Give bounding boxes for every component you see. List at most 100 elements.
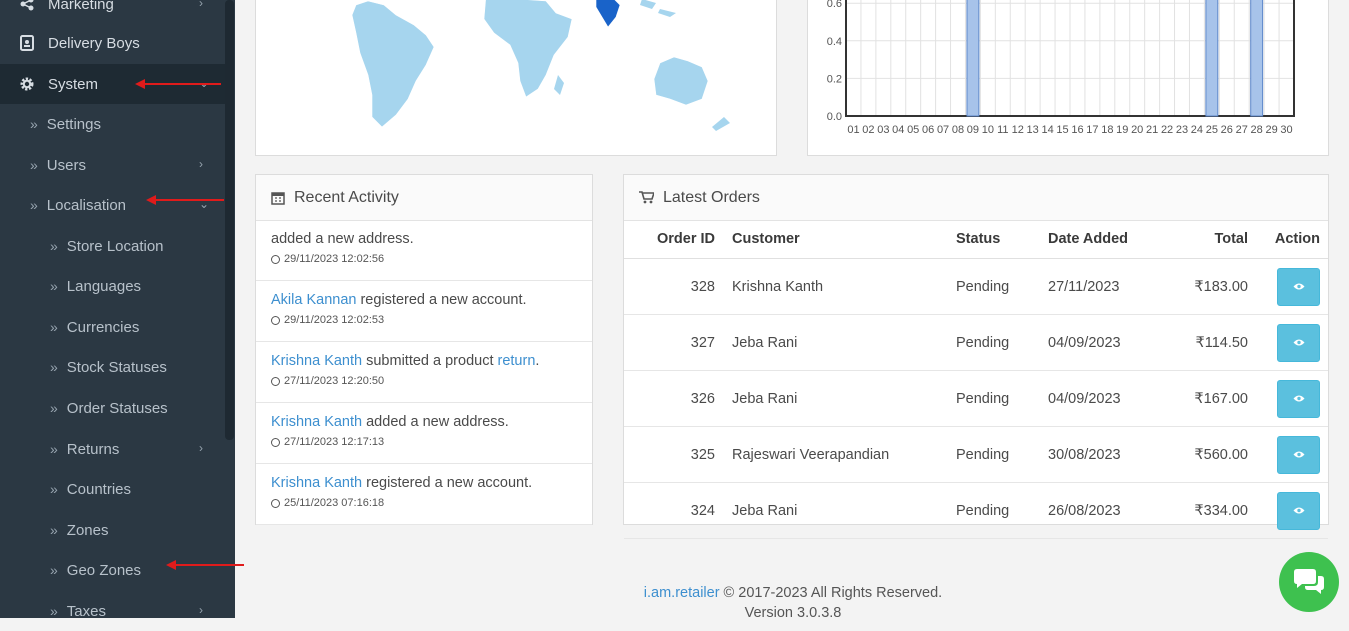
activity-time: 27/11/2023 12:20:50 [284,375,385,387]
sidebar-item-localisation[interactable]: » Localisation ⌄ [0,185,225,225]
sidebar-item-countries[interactable]: » Countries [0,469,225,509]
x-tick-label: 02 [862,124,874,136]
sidebar-item-users[interactable]: » Users › [0,145,225,185]
sidebar-item-label: Taxes [66,602,106,620]
double-angle-icon: » [50,278,58,294]
return-link[interactable]: return [498,353,536,369]
x-tick-label: 12 [1012,124,1024,136]
double-angle-icon: » [50,562,58,578]
order-date: 26/08/2023 [1047,482,1159,539]
x-tick-label: 08 [952,124,964,136]
sidebar-item-order-statuses[interactable]: » Order Statuses [0,388,225,428]
chart-bar[interactable] [1250,0,1264,117]
y-tick-label: 0.4 [827,36,842,48]
x-tick-label: 25 [1206,124,1218,136]
sidebar-item-label: Store Location [66,237,164,255]
column-header[interactable]: Order ID [624,220,731,259]
sidebar-item-currencies[interactable]: » Currencies [0,307,225,347]
x-tick-label: 27 [1236,124,1248,136]
order-total: ₹114.50 [1159,314,1254,371]
annotation-arrow [166,560,244,570]
order-action-cell [1254,426,1328,483]
order-action-cell [1254,258,1328,315]
latest-orders-panel: Latest Orders Order ID Customer Status D… [623,174,1329,539]
sidebar-item-taxes[interactable]: » Taxes › [0,591,225,631]
sidebar-item-languages[interactable]: » Languages [0,266,225,306]
customer-link[interactable]: Akila Kannan [271,292,356,308]
activity-timestamp: 27/11/2023 12:17:13 [271,436,577,448]
eye-icon [1293,451,1304,458]
customer-link[interactable]: Krishna Kanth [271,414,362,430]
eye-icon [1293,283,1304,290]
sidebar-item-label: Languages [66,277,142,295]
footer-brand-link[interactable]: i.am.retailer [644,585,720,601]
customer-link[interactable]: Krishna Kanth [271,475,362,491]
x-tick-label: 19 [1116,124,1128,136]
recent-activity-panel: Recent Activity added a new address. 29/1… [255,174,593,525]
sidebar-item-returns[interactable]: » Returns › [0,429,225,469]
orders-table-header: Order ID Customer Status Date Added Tota… [624,220,1328,259]
order-status: Pending [955,426,1047,483]
customer-link[interactable]: Krishna Kanth [271,353,362,369]
column-header[interactable]: Customer [731,220,955,259]
order-total: ₹183.00 [1159,258,1254,315]
sidebar-item-store-location[interactable]: » Store Location [0,226,225,266]
x-tick-label: 29 [1265,124,1277,136]
view-order-button[interactable] [1277,267,1320,306]
id-badge-icon [18,34,36,52]
x-tick-label: 26 [1221,124,1233,136]
sidebar-item-zones[interactable]: » Zones [0,510,225,550]
activity-time: 27/11/2023 12:17:13 [284,436,385,448]
order-total: ₹560.00 [1159,426,1254,483]
double-angle-icon: » [30,197,38,213]
table-row: 326 Jeba Rani Pending 04/09/2023 ₹167.00 [624,370,1328,427]
chart-bar[interactable] [1205,0,1219,117]
order-id: 325 [624,426,731,483]
order-status: Pending [955,314,1047,371]
order-customer: Krishna Kanth [731,258,955,315]
footer-copyright: © 2017-2023 All Rights Reserved. [719,585,943,601]
double-angle-icon: » [50,481,58,497]
sidebar-item-label: Settings [46,115,101,133]
order-date: 27/11/2023 [1047,258,1159,315]
activity-text: added a new address. [271,231,577,247]
activity-time: 29/11/2023 12:02:53 [284,314,385,326]
view-order-button[interactable] [1277,435,1320,474]
view-order-button[interactable] [1277,323,1320,362]
x-tick-label: 11 [997,124,1008,136]
sales-bar-chart: 0.00.20.40.6 01 02 03 04 05 06 07 08 09 10 11 12 13 1… [827,0,1295,136]
sidebar-item-settings[interactable]: » Settings [0,104,225,144]
column-header[interactable]: Date Added [1047,220,1159,259]
activity-description: submitted a product [362,353,498,369]
world-map[interactable] [256,0,776,155]
activity-timestamp: 27/11/2023 12:20:50 [271,375,577,387]
sales-chart-panel: 0.0 0.2 0.4 0.6 01 02 03 04 05 06 07 08 09 10 11 12 13 1… [807,0,1329,156]
chat-button[interactable] [1279,552,1339,612]
sidebar-item-stock-statuses[interactable]: » Stock Statuses [0,347,225,387]
clock-icon [271,437,280,447]
order-id: 328 [624,258,731,315]
order-total: ₹167.00 [1159,370,1254,427]
chart-bar[interactable] [966,0,980,117]
chevron-right-icon: › [199,0,203,10]
column-header[interactable]: Status [955,220,1047,259]
view-order-button[interactable] [1277,491,1320,530]
x-tick-label: 21 [1146,124,1158,136]
view-order-button[interactable] [1277,379,1320,418]
activity-time: 25/11/2023 07:16:18 [284,497,385,509]
activity-description: registered a new account. [356,292,527,308]
order-action-cell [1254,482,1328,539]
double-angle-icon: » [50,603,58,619]
sidebar-item-delivery-boys[interactable]: Delivery Boys [0,23,225,63]
annotation-arrow [135,79,221,89]
order-customer: Jeba Rani [731,370,955,427]
sidebar-scrollbar[interactable] [225,0,234,440]
chevron-right-icon: › [199,441,203,455]
sidebar-item-geo-zones[interactable]: » Geo Zones [0,550,225,590]
column-header[interactable]: Total [1159,220,1254,259]
double-angle-icon: » [50,522,58,538]
sidebar-item-label: Stock Statuses [66,358,167,376]
sidebar-item-marketing[interactable]: Marketing › [0,0,225,24]
sidebar-item-label: Countries [66,480,131,498]
order-total: ₹334.00 [1159,482,1254,539]
